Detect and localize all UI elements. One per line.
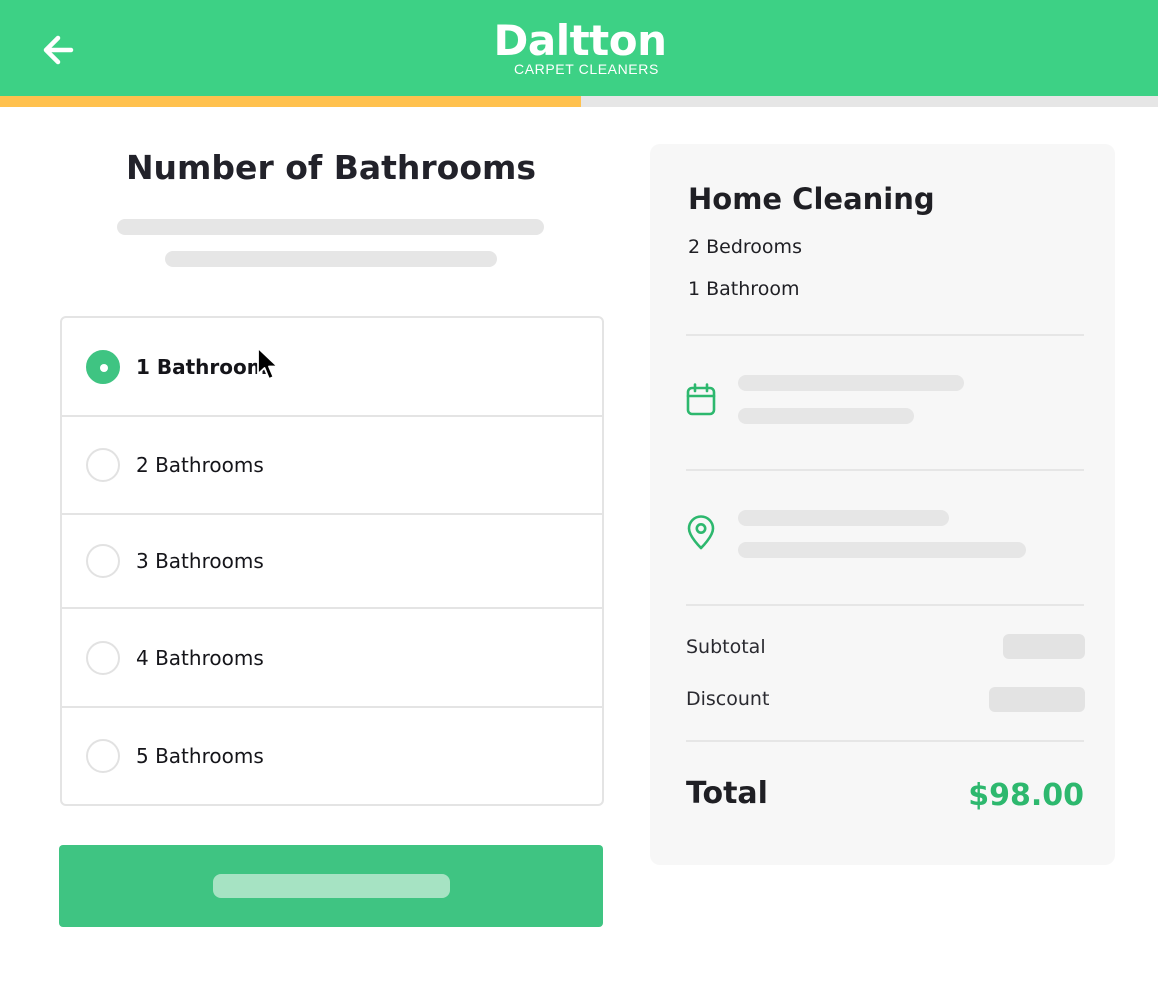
option-1-bathroom[interactable]: 1 Bathroom (62, 318, 602, 415)
description-placeholder-line (165, 251, 497, 267)
subtotal-label: Subtotal (686, 636, 766, 658)
radio-button[interactable] (86, 640, 120, 675)
discount-value-placeholder (989, 687, 1085, 712)
option-label: 3 Bathrooms (136, 549, 264, 573)
option-3-bathrooms[interactable]: 3 Bathrooms (62, 513, 602, 607)
address-placeholder-line (738, 510, 949, 526)
summary-title: Home Cleaning (688, 182, 935, 216)
bathroom-options-list: 1 Bathroom 2 Bathrooms 3 Bathrooms 4 Bat… (60, 316, 604, 806)
progress-bar-fill (0, 96, 581, 107)
option-5-bathrooms[interactable]: 5 Bathrooms (62, 706, 602, 804)
brand-name: Daltton (493, 16, 667, 65)
arrow-left-icon (43, 35, 74, 65)
summary-divider (686, 334, 1084, 336)
radio-button[interactable] (86, 349, 120, 384)
option-label: 1 Bathroom (136, 354, 268, 379)
option-label: 2 Bathrooms (136, 453, 264, 477)
subtotal-value-placeholder (1003, 634, 1085, 659)
page-title: Number of Bathrooms (125, 148, 537, 187)
date-placeholder-line (738, 375, 964, 391)
address-placeholder-line (738, 542, 1026, 558)
progress-bar (0, 96, 1158, 107)
app-header: Daltton CARPET CLEANERS (0, 0, 1158, 96)
back-button[interactable] (36, 28, 80, 72)
radio-button[interactable] (86, 448, 120, 482)
option-2-bathrooms[interactable]: 2 Bathrooms (62, 415, 602, 513)
total-value: $98.00 (968, 778, 1084, 813)
summary-bedrooms: 2 Bedrooms (688, 236, 802, 258)
radio-button[interactable] (86, 544, 120, 578)
brand-tagline: CARPET CLEANERS (514, 61, 659, 77)
radio-button[interactable] (86, 739, 120, 773)
brand-logo[interactable]: Daltton CARPET CLEANERS (490, 18, 670, 82)
option-label: 5 Bathrooms (136, 744, 264, 768)
description-placeholder-line (117, 219, 544, 235)
option-4-bathrooms[interactable]: 4 Bathrooms (62, 607, 602, 706)
calendar-icon (686, 383, 716, 416)
mouse-cursor-icon (257, 347, 279, 380)
summary-bathrooms: 1 Bathroom (688, 278, 800, 300)
button-label-placeholder (213, 874, 450, 898)
total-label: Total (686, 776, 768, 811)
map-pin-icon (687, 515, 715, 550)
summary-divider (686, 604, 1084, 606)
summary-divider (686, 740, 1084, 742)
date-placeholder-line (738, 408, 914, 424)
continue-button[interactable] (59, 845, 603, 927)
order-summary-card: Home Cleaning 2 Bedrooms 1 Bathroom Subt… (650, 144, 1115, 865)
option-label: 4 Bathrooms (136, 645, 264, 670)
summary-divider (686, 469, 1084, 471)
discount-label: Discount (686, 688, 770, 710)
